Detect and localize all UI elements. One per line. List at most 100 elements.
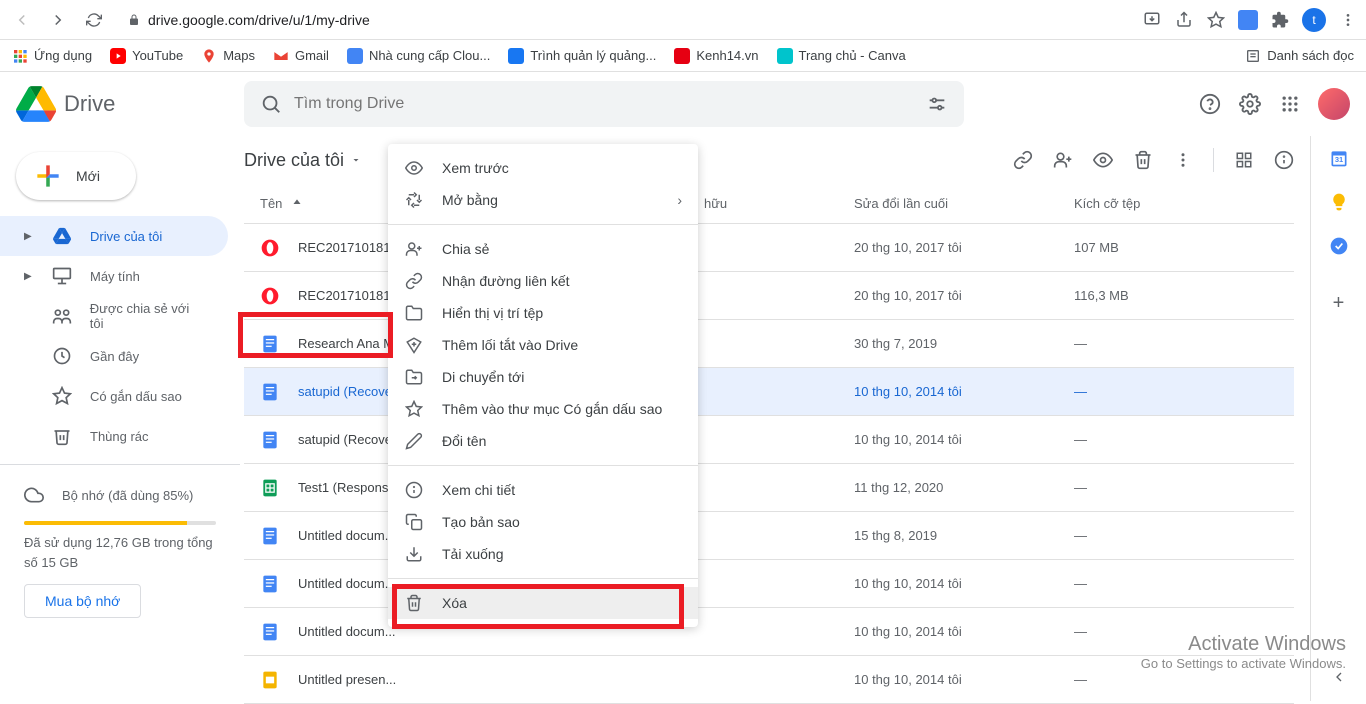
ctx-label: Xem chi tiết bbox=[442, 482, 515, 498]
search-bar[interactable] bbox=[244, 81, 964, 127]
extensions-puzzle-icon[interactable] bbox=[1270, 10, 1290, 30]
bookmark-item[interactable]: Trình quản lý quảng... bbox=[508, 48, 656, 64]
ctx-trash[interactable]: Xóa bbox=[388, 587, 698, 619]
install-icon[interactable] bbox=[1142, 10, 1162, 30]
col-size[interactable]: Kích cỡ tệp bbox=[1074, 196, 1184, 211]
reading-list-label: Danh sách đọc bbox=[1267, 48, 1354, 63]
drive-logo[interactable]: Drive bbox=[16, 84, 236, 124]
add-addon-icon[interactable]: + bbox=[1329, 292, 1349, 315]
file-type-icon bbox=[260, 670, 280, 690]
sidebar-icon bbox=[52, 226, 72, 246]
tasks-icon[interactable] bbox=[1329, 236, 1349, 256]
file-modified: 20 thg 10, 2017 tôi bbox=[854, 240, 1074, 255]
trash-icon[interactable] bbox=[1133, 150, 1153, 170]
share-icon[interactable] bbox=[1174, 10, 1194, 30]
file-size: 107 MB bbox=[1074, 240, 1184, 255]
pencil-icon bbox=[404, 431, 424, 451]
plus-icon bbox=[32, 160, 64, 192]
ctx-star[interactable]: Thêm vào thư mục Có gắn dấu sao bbox=[388, 393, 698, 425]
bookmark-item[interactable]: Kenh14.vn bbox=[674, 48, 758, 64]
share-icon bbox=[404, 239, 424, 259]
sidebar-item-1[interactable]: ▶Máy tính bbox=[0, 256, 228, 296]
reload-button[interactable] bbox=[80, 6, 108, 34]
file-row[interactable]: Untitled presen...10 thg 10, 2014 tôi— bbox=[244, 656, 1294, 704]
star-icon[interactable] bbox=[1206, 10, 1226, 30]
eye-icon bbox=[404, 158, 424, 178]
file-size: — bbox=[1074, 384, 1184, 399]
address-bar[interactable]: drive.google.com/drive/u/1/my-drive bbox=[116, 5, 1134, 35]
buy-storage-button[interactable]: Mua bộ nhớ bbox=[24, 584, 141, 618]
sidebar-item-5[interactable]: Thùng rác bbox=[0, 416, 228, 456]
storage-item[interactable]: Bộ nhớ (đã dùng 85%) bbox=[24, 477, 216, 513]
breadcrumb[interactable]: Drive của tôi bbox=[244, 150, 362, 171]
bookmark-item[interactable]: YouTube bbox=[110, 48, 183, 64]
account-avatar[interactable] bbox=[1318, 88, 1350, 120]
col-modified[interactable]: Sửa đổi lần cuối bbox=[854, 196, 1074, 211]
search-input[interactable] bbox=[294, 95, 914, 113]
menu-icon[interactable] bbox=[1338, 10, 1358, 30]
preview-eye-icon[interactable] bbox=[1093, 150, 1113, 170]
file-type-icon bbox=[260, 430, 280, 450]
bookmark-label: Trình quản lý quảng... bbox=[530, 48, 656, 63]
copy-icon bbox=[404, 512, 424, 532]
open-icon bbox=[404, 190, 424, 210]
forward-button[interactable] bbox=[44, 6, 72, 34]
bookmark-item[interactable]: Nhà cung cấp Clou... bbox=[347, 48, 490, 64]
search-options-icon[interactable] bbox=[926, 93, 948, 115]
back-button[interactable] bbox=[8, 6, 36, 34]
keep-icon[interactable] bbox=[1329, 192, 1349, 212]
ctx-move[interactable]: Di chuyển tới bbox=[388, 361, 698, 393]
move-icon bbox=[404, 367, 424, 387]
help-icon[interactable] bbox=[1198, 92, 1222, 116]
sidebar-item-3[interactable]: Gần đây bbox=[0, 336, 228, 376]
sidebar-item-2[interactable]: Được chia sẻ với tôi bbox=[0, 296, 228, 336]
ctx-copy[interactable]: Tạo bản sao bbox=[388, 506, 698, 538]
sidebar-icon bbox=[52, 426, 72, 446]
ctx-label: Xem trước bbox=[442, 160, 509, 176]
extension-icon[interactable] bbox=[1238, 10, 1258, 30]
apps-shortcut[interactable]: Ứng dụng bbox=[12, 48, 92, 64]
file-modified: 30 thg 7, 2019 bbox=[854, 336, 1074, 351]
get-link-icon[interactable] bbox=[1013, 150, 1033, 170]
file-type-icon bbox=[260, 622, 280, 642]
apps-grid-icon[interactable] bbox=[1278, 92, 1302, 116]
bookmark-icon bbox=[777, 48, 793, 64]
ctx-info[interactable]: Xem chi tiết bbox=[388, 474, 698, 506]
file-modified: 11 thg 12, 2020 bbox=[854, 480, 1074, 495]
file-modified: 20 thg 10, 2017 tôi bbox=[854, 288, 1074, 303]
ctx-open[interactable]: Mở bằng› bbox=[388, 184, 698, 216]
ctx-download[interactable]: Tải xuống bbox=[388, 538, 698, 570]
reading-list-icon bbox=[1245, 48, 1261, 64]
main-area: Mới ▶Drive của tôi▶Máy tínhĐược chia sẻ … bbox=[0, 136, 1366, 701]
ctx-folder[interactable]: Hiển thị vị trí tệp bbox=[388, 297, 698, 329]
col-owner[interactable]: hữu bbox=[704, 196, 854, 211]
file-modified: 10 thg 10, 2014 tôi bbox=[854, 576, 1074, 591]
profile-avatar[interactable]: t bbox=[1302, 8, 1326, 32]
reading-list[interactable]: Danh sách đọc bbox=[1245, 48, 1354, 64]
ctx-link[interactable]: Nhận đường liên kết bbox=[388, 265, 698, 297]
bookmark-item[interactable]: Maps bbox=[201, 48, 255, 64]
bookmark-item[interactable]: Gmail bbox=[273, 48, 329, 64]
calendar-icon[interactable]: 31 bbox=[1329, 148, 1349, 168]
ctx-eye[interactable]: Xem trước bbox=[388, 152, 698, 184]
watermark-sub: Go to Settings to activate Windows. bbox=[1141, 656, 1346, 671]
drive-brand-text: Drive bbox=[64, 91, 115, 117]
sidebar-item-4[interactable]: Có gắn dấu sao bbox=[0, 376, 228, 416]
star-icon bbox=[404, 399, 424, 419]
file-size: — bbox=[1074, 336, 1184, 351]
collapse-panel-icon[interactable] bbox=[1331, 669, 1347, 685]
more-icon[interactable] bbox=[1173, 150, 1193, 170]
share-person-icon[interactable] bbox=[1053, 150, 1073, 170]
bookmark-item[interactable]: Trang chủ - Canva bbox=[777, 48, 906, 64]
new-button[interactable]: Mới bbox=[16, 152, 136, 200]
ctx-shortcut[interactable]: Thêm lối tắt vào Drive bbox=[388, 329, 698, 361]
ctx-share[interactable]: Chia sẻ bbox=[388, 233, 698, 265]
file-type-icon bbox=[260, 382, 280, 402]
ctx-pencil[interactable]: Đổi tên bbox=[388, 425, 698, 457]
sidebar-item-0[interactable]: ▶Drive của tôi bbox=[0, 216, 228, 256]
settings-icon[interactable] bbox=[1238, 92, 1262, 116]
bookmark-label: Maps bbox=[223, 48, 255, 63]
details-icon[interactable] bbox=[1274, 150, 1294, 170]
grid-view-icon[interactable] bbox=[1234, 150, 1254, 170]
ctx-label: Xóa bbox=[442, 595, 467, 611]
